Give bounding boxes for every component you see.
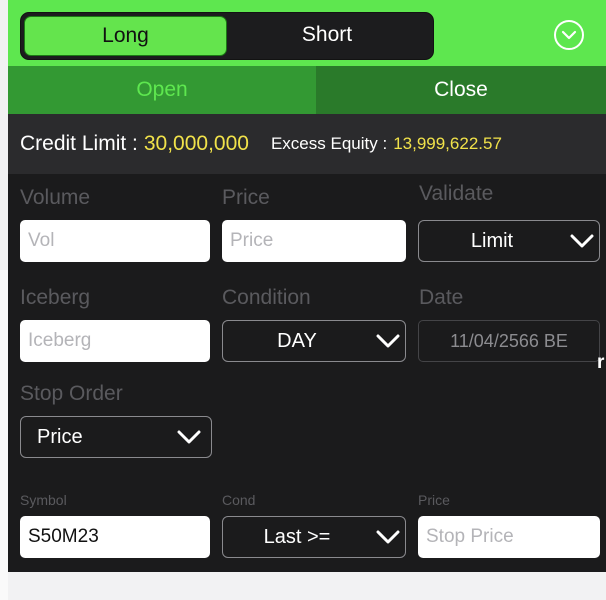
symbol-label: Symbol <box>20 492 67 508</box>
stop-price-label: Price <box>418 492 450 508</box>
condition-select[interactable]: DAY <box>222 320 406 362</box>
price-label: Price <box>222 186 270 209</box>
chevron-down-icon <box>371 333 405 349</box>
chevron-down-icon <box>167 429 211 445</box>
iceberg-input[interactable]: Iceberg <box>20 320 210 362</box>
stop-price-input[interactable]: Stop Price <box>418 516 600 558</box>
symbol-input[interactable]: S50M23 <box>20 516 210 558</box>
credit-limit-value: 30,000,000 <box>143 132 249 155</box>
open-close-tabs: Open Close <box>8 66 606 114</box>
validate-select[interactable]: Limit <box>418 220 600 262</box>
stop-cond-value: Last >= <box>263 525 331 548</box>
segment-short[interactable]: Short <box>227 16 427 54</box>
stop-order-type-value: Price <box>37 425 83 448</box>
volume-label: Volume <box>20 186 91 209</box>
excess-equity-value: 13,999,622.57 <box>393 134 502 153</box>
price-input[interactable]: Price <box>222 220 406 262</box>
date-label: Date <box>419 286 464 309</box>
account-summary-bar: Credit Limit : 30,000,000 Excess Equity … <box>8 114 606 174</box>
iceberg-label: Iceberg <box>20 286 91 309</box>
stray-character: r <box>597 352 605 373</box>
date-field[interactable]: 11/04/2566 BE <box>418 320 600 362</box>
chevron-down-icon <box>371 529 405 545</box>
condition-value: DAY <box>277 329 317 352</box>
condition-label: Condition <box>222 286 311 309</box>
order-form: Long Short Open Close Credit Limit : 30,… <box>8 0 606 572</box>
long-short-segmented-control: Long Short <box>20 12 434 60</box>
cond-label: Cond <box>222 492 256 508</box>
validate-value: Limit <box>470 229 514 252</box>
chevron-down-circle-icon[interactable] <box>554 20 584 50</box>
volume-input[interactable]: Vol <box>20 220 210 262</box>
stop-cond-select[interactable]: Last >= <box>222 516 406 558</box>
stop-order-label: Stop Order <box>20 382 123 405</box>
segment-long[interactable]: Long <box>24 16 227 56</box>
background-panel <box>0 270 8 600</box>
credit-limit-label: Credit Limit : <box>20 132 138 155</box>
tab-open[interactable]: Open <box>8 66 316 114</box>
excess-equity-label: Excess Equity : <box>270 134 388 153</box>
stop-order-type-select[interactable]: Price <box>20 416 212 458</box>
chevron-down-icon <box>565 233 599 249</box>
top-bar: Long Short <box>8 0 606 66</box>
validate-label: Validate <box>419 182 494 205</box>
tab-close[interactable]: Close <box>316 66 606 114</box>
